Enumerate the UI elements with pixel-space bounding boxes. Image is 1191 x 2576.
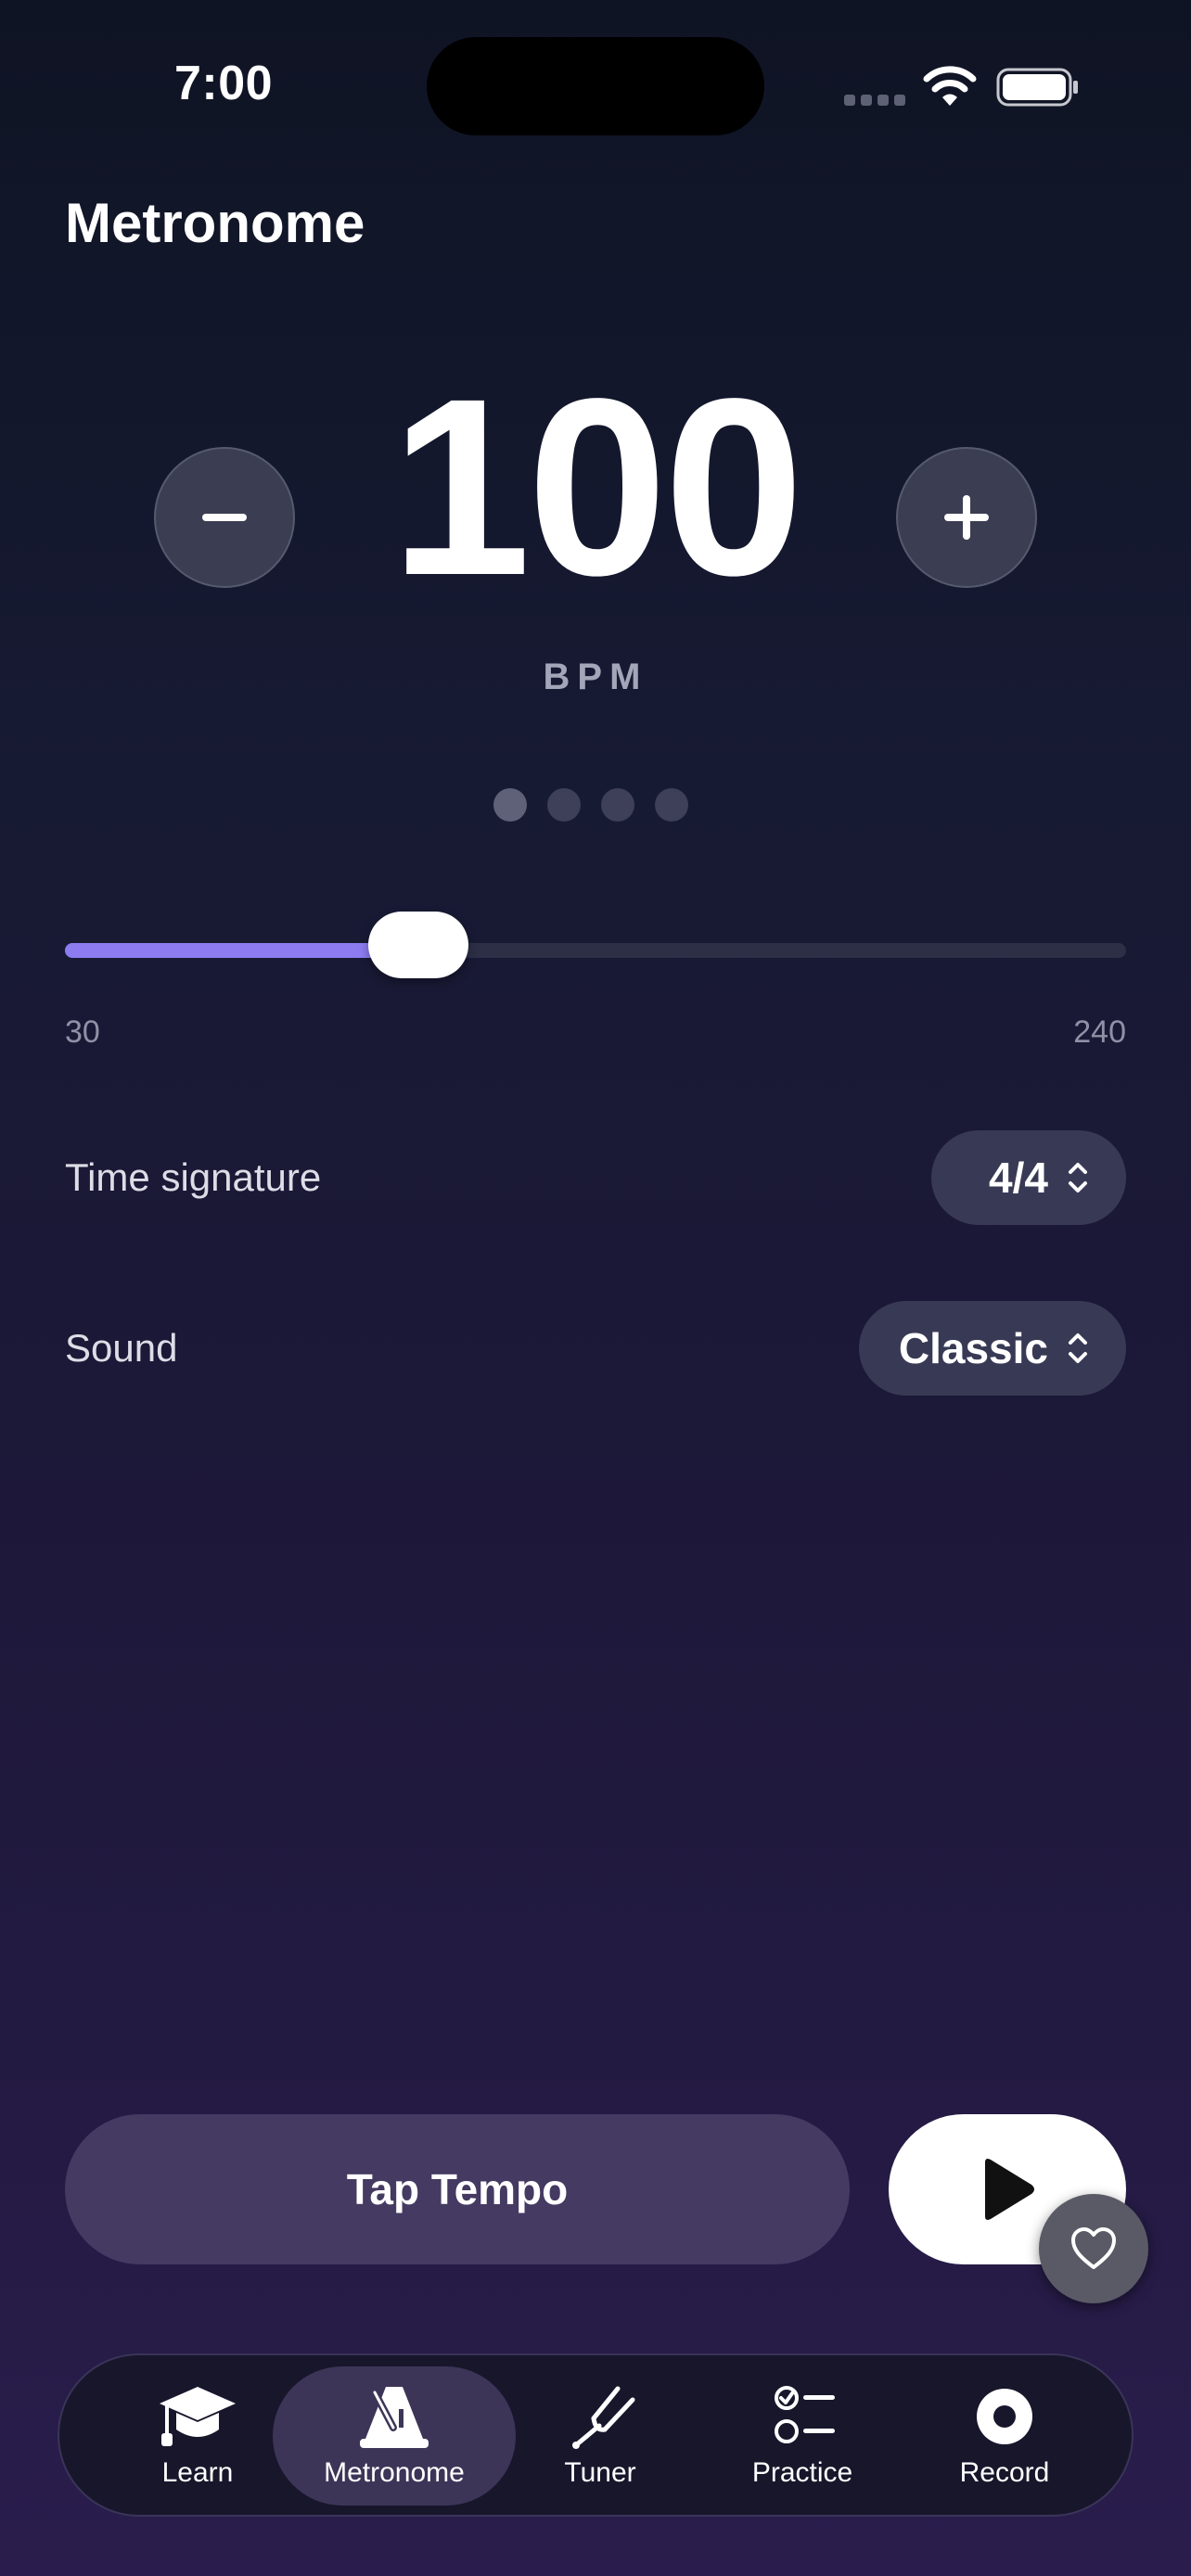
favorite-button[interactable]: [1039, 2194, 1148, 2303]
tab-label: Metronome: [324, 2457, 465, 2488]
tab-label: Learn: [161, 2457, 234, 2488]
battery-icon: [996, 68, 1078, 107]
increase-bpm-button[interactable]: [896, 447, 1037, 588]
tab-bar: Learn Metronome Tuner Practice Record: [58, 2353, 1133, 2517]
tab-tuner[interactable]: Tuner: [503, 2366, 698, 2506]
tab-learn[interactable]: Learn: [100, 2366, 295, 2506]
chevron-up-down-icon: [1069, 1163, 1087, 1192]
tempo-slider[interactable]: [65, 912, 1126, 978]
sound-value: Classic: [898, 1324, 1048, 1372]
plus-icon: [944, 495, 989, 540]
slider-max-label: 240: [1073, 1014, 1126, 1050]
beat-dot: [547, 788, 581, 822]
chevron-up-down-icon: [1069, 1333, 1087, 1363]
tab-label: Tuner: [564, 2457, 636, 2488]
status-time: 7:00: [174, 57, 274, 110]
sound-picker[interactable]: Classic: [859, 1301, 1126, 1396]
tap-tempo-button[interactable]: Tap Tempo: [65, 2114, 850, 2264]
tab-metronome[interactable]: Metronome: [273, 2366, 516, 2506]
slider-thumb[interactable]: [368, 912, 468, 978]
cellular-signal-icon: [844, 95, 905, 106]
dynamic-island: [427, 37, 764, 135]
time-signature-label: Time signature: [65, 1155, 322, 1199]
decrease-bpm-button[interactable]: [154, 447, 295, 588]
bpm-value: 100: [391, 346, 804, 628]
checklist-icon: [775, 2386, 835, 2443]
heart-icon: [1071, 2227, 1116, 2269]
time-signature-value: 4/4: [989, 1154, 1048, 1202]
metronome-icon: [360, 2387, 429, 2448]
tab-label: Practice: [751, 2457, 853, 2488]
slider-fill: [65, 943, 418, 958]
tab-record[interactable]: Record: [907, 2366, 1102, 2506]
minus-icon: [202, 514, 247, 521]
record-icon: [977, 2389, 1032, 2444]
beat-indicator: [493, 788, 688, 822]
play-icon: [985, 2159, 1034, 2220]
page-title: Metronome: [65, 192, 365, 254]
bpm-unit-label: BPM: [543, 657, 648, 697]
tuning-fork-icon: [572, 2386, 635, 2449]
wifi-icon: [923, 66, 977, 106]
beat-dot: [493, 788, 527, 822]
slider-min-label: 30: [65, 1014, 100, 1050]
graduation-cap-icon: [160, 2387, 236, 2446]
time-signature-picker[interactable]: 4/4: [931, 1130, 1126, 1225]
tab-label: Record: [959, 2457, 1050, 2488]
sound-label: Sound: [65, 1326, 178, 1370]
beat-dot: [655, 788, 688, 822]
tab-practice[interactable]: Practice: [705, 2366, 900, 2506]
beat-dot: [601, 788, 634, 822]
